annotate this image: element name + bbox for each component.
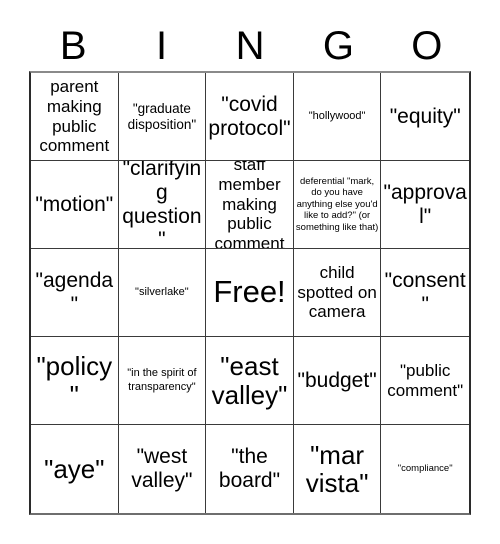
bingo-cell[interactable]: "equity" (381, 73, 469, 161)
bingo-cell[interactable]: "aye" (31, 425, 119, 513)
bingo-cell-label: "in the spirit of transparency" (127, 367, 197, 393)
bingo-cell[interactable]: deferential "mark, do you have anything … (293, 161, 382, 249)
bingo-cell-label: "hollywood" (308, 109, 366, 122)
bingo-cell-label: "approval" (383, 180, 467, 228)
bingo-cell-label: "silverlake" (135, 285, 189, 298)
bingo-free-space[interactable]: Free! (206, 249, 294, 337)
bingo-cell[interactable]: child spotted on camera (293, 249, 382, 337)
bingo-cell-label: parent making public comment (39, 77, 110, 156)
bingo-cell-label: "public comment" (387, 360, 464, 400)
bingo-cell[interactable]: "budget" (293, 337, 382, 425)
bingo-cell[interactable]: "consent" (381, 249, 469, 337)
bingo-card: B I N G O parent making public comment "g… (0, 0, 500, 544)
bingo-cell[interactable]: "agenda" (31, 249, 119, 337)
bingo-cell-label: "compliance" (397, 463, 453, 475)
bingo-cell-label: "agenda" (35, 268, 114, 316)
bingo-cell[interactable]: "covid protocol" (206, 73, 294, 161)
bingo-cell[interactable]: "hollywood" (293, 73, 382, 161)
bingo-cell[interactable]: "mar vista" (293, 425, 382, 513)
bingo-cell-label: "east valley" (211, 351, 288, 410)
bingo-header-letter-o: O (411, 24, 443, 68)
bingo-header-letter-b: B (59, 24, 87, 68)
bingo-cell[interactable]: "motion" (31, 161, 119, 249)
bingo-cell[interactable]: "compliance" (381, 425, 469, 513)
bingo-header-letter-n: N (235, 24, 265, 68)
bingo-cell[interactable]: "clarifying question" (118, 161, 207, 249)
bingo-header-letter-g: G (322, 24, 354, 68)
bingo-cell-label: "consent" (384, 268, 466, 316)
bingo-cell-label: "equity" (389, 104, 461, 128)
bingo-cell-label: "mar vista" (305, 439, 369, 498)
bingo-cell-label: "the board" (218, 445, 281, 492)
bingo-cell-label: "west valley" (131, 445, 193, 492)
bingo-cell[interactable]: "east valley" (206, 337, 294, 425)
bingo-cell-label: "graduate disposition" (127, 100, 197, 132)
bingo-cell[interactable]: "the board" (206, 425, 294, 513)
bingo-cell[interactable]: "in the spirit of transparency" (118, 337, 207, 425)
bingo-cell[interactable]: "west valley" (118, 425, 207, 513)
bingo-cell[interactable]: "public comment" (381, 337, 469, 425)
bingo-header-row: B I N G O (29, 22, 471, 70)
bingo-cell[interactable]: "policy" (31, 337, 119, 425)
bingo-cell-label: "policy" (36, 351, 113, 410)
bingo-cell[interactable]: "approval" (381, 161, 469, 249)
bingo-grid: parent making public comment "graduate di… (29, 71, 471, 515)
bingo-cell-label: "aye" (44, 453, 105, 484)
bingo-free-space-label: Free! (213, 274, 286, 310)
bingo-cell-label: "covid protocol" (208, 92, 291, 140)
bingo-cell[interactable]: "silverlake" (118, 249, 207, 337)
bingo-cell-label: "motion" (35, 192, 114, 216)
bingo-cell-label: child spotted on camera (297, 262, 377, 322)
bingo-cell-label: "clarifying question" (122, 161, 202, 249)
bingo-header-letter-i: I (156, 24, 168, 68)
bingo-cell-label: "budget" (297, 368, 377, 392)
bingo-cell[interactable]: staff member making public comment (206, 161, 294, 249)
bingo-cell[interactable]: "graduate disposition" (118, 73, 207, 161)
bingo-cell-label: deferential "mark, do you have anything … (295, 175, 379, 233)
bingo-cell[interactable]: parent making public comment (31, 73, 119, 161)
bingo-cell-label: staff member making public comment (214, 161, 285, 249)
